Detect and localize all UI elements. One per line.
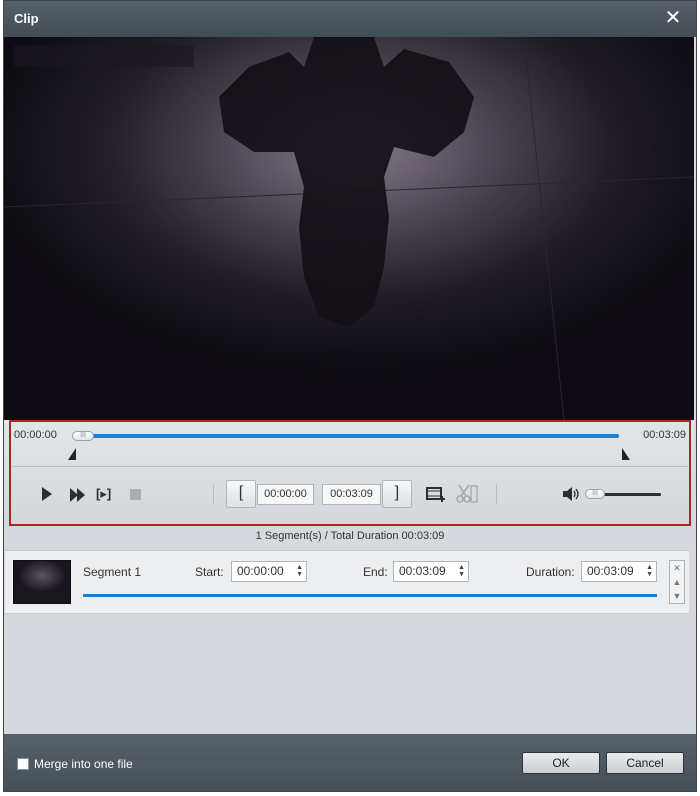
new-clip-icon[interactable] — [426, 485, 446, 503]
segment-thumbnail — [13, 560, 71, 604]
segment-start-input[interactable]: 00:00:00 ▲ ▼ — [231, 561, 307, 582]
ok-button[interactable]: OK — [522, 752, 600, 774]
list-item[interactable] — [5, 550, 689, 614]
fast-forward-icon[interactable] — [70, 488, 86, 502]
volume-slider-thumb[interactable]: III — [585, 489, 605, 499]
close-icon[interactable]: ✕ — [664, 8, 682, 28]
segment-list-empty-area — [5, 614, 689, 734]
total-time-label: 00:03:09 — [643, 429, 686, 441]
merge-checkbox[interactable] — [17, 758, 29, 770]
separator — [213, 484, 214, 504]
timeline-scrubber[interactable]: III — [72, 431, 94, 441]
scissors-icon[interactable] — [456, 484, 478, 504]
segment-end-input[interactable]: 00:03:09 ▲ ▼ — [393, 561, 469, 582]
clip-start-marker[interactable] — [68, 448, 76, 460]
duration-label: Duration: — [526, 565, 575, 579]
video-frame-shadow — [4, 37, 694, 420]
window-title: Clip — [14, 11, 39, 26]
clip-end-marker[interactable] — [622, 448, 630, 460]
segment-range-bar — [83, 594, 657, 597]
end-label: End: — [363, 565, 388, 579]
segment-start-value: 00:00:00 — [237, 564, 284, 578]
segment-end-value: 00:03:09 — [399, 564, 446, 578]
segment-duration-value: 00:03:09 — [587, 564, 634, 578]
set-start-button[interactable]: [ — [226, 480, 256, 508]
spinner-arrows-icon[interactable]: ▲ ▼ — [458, 564, 465, 578]
volume-icon[interactable] — [563, 487, 581, 501]
timeline-track[interactable] — [76, 434, 619, 438]
start-label: Start: — [195, 565, 224, 579]
title-bar: Clip ✕ — [4, 1, 696, 37]
move-down-icon[interactable]: ▼ — [670, 589, 684, 603]
delete-segment-icon[interactable]: ✕ — [670, 561, 684, 575]
segment-side-controls: ✕ ▲ ▼ — [669, 560, 685, 604]
spinner-arrows-icon[interactable]: ▲ ▼ — [646, 564, 653, 578]
spinner-arrows-icon[interactable]: ▲ ▼ — [296, 564, 303, 578]
play-clip-icon[interactable]: [▸] — [96, 486, 116, 502]
play-icon[interactable] — [42, 487, 52, 501]
cancel-button[interactable]: Cancel — [606, 752, 684, 774]
start-time-field[interactable]: 00:00:00 — [257, 484, 314, 505]
segment-duration-input[interactable]: 00:03:09 ▲ ▼ — [581, 561, 657, 582]
segment-name: Segment 1 — [83, 565, 142, 579]
move-up-icon[interactable]: ▲ — [670, 575, 684, 589]
set-end-button[interactable]: ] — [382, 480, 412, 508]
stop-icon[interactable] — [130, 489, 141, 500]
separator — [496, 484, 497, 504]
video-preview — [4, 37, 694, 421]
segment-summary: 1 Segment(s) / Total Duration 00:03:09 — [255, 530, 445, 542]
current-time-label: 00:00:00 — [14, 429, 57, 441]
divider — [12, 466, 688, 467]
end-time-field[interactable]: 00:03:09 — [322, 484, 381, 505]
merge-label: Merge into one file — [34, 757, 133, 771]
